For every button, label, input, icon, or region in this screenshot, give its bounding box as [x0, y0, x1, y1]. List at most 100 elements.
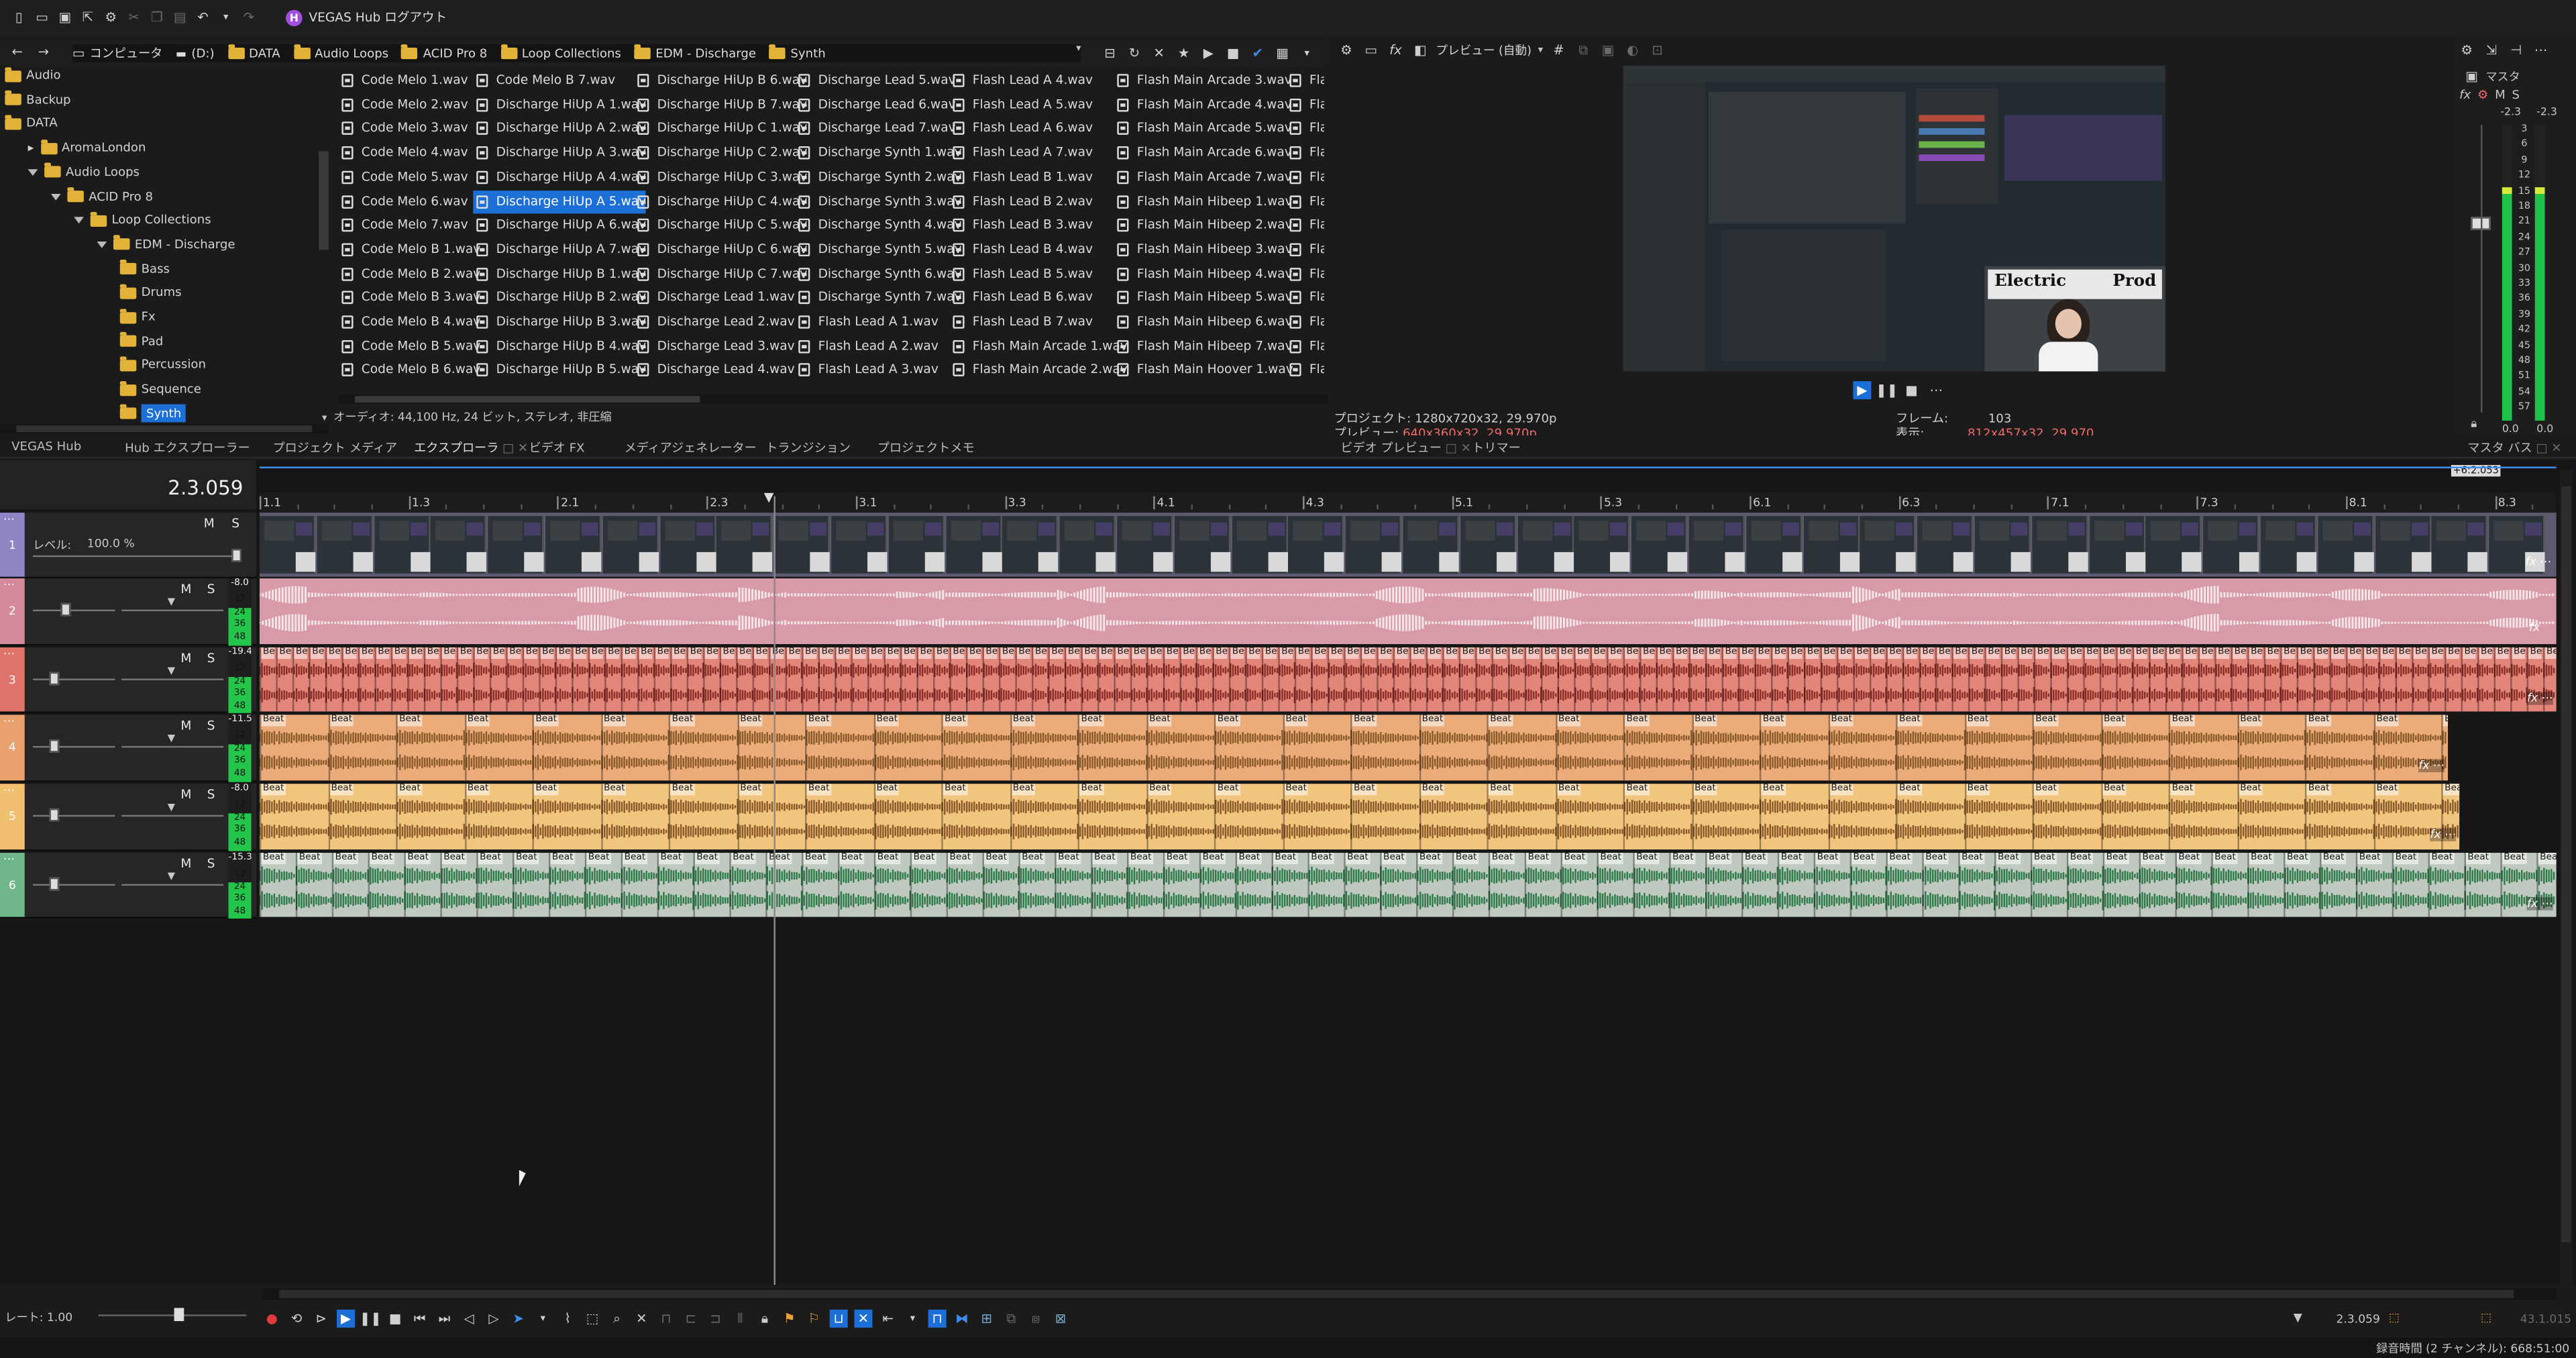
- event-label[interactable]: Beat: [2102, 715, 2127, 727]
- event-label[interactable]: Beat: [1488, 715, 1513, 727]
- event-label[interactable]: Be: [1230, 647, 1244, 660]
- file-item[interactable]: Flash Lead B 2.wav: [950, 190, 1093, 214]
- ungroup-icon[interactable]: ⧈: [1027, 1310, 1045, 1328]
- event-label[interactable]: Beat: [1216, 715, 1240, 727]
- file-item[interactable]: Flash Main Hibeep 7.wav: [1114, 335, 1293, 359]
- event-label[interactable]: Be: [2446, 647, 2460, 660]
- master-more-icon[interactable]: ⋯: [2532, 41, 2550, 59]
- event-label[interactable]: Beat: [2170, 784, 2195, 796]
- redo-icon[interactable]: ↷: [240, 8, 258, 26]
- play-preview-icon[interactable]: ▶: [1199, 44, 1218, 62]
- breadcrumb-segment[interactable]: Audio Loops: [293, 44, 388, 61]
- event-label[interactable]: Beat: [623, 853, 647, 865]
- safe-area-icon[interactable]: ⊡: [1648, 41, 1666, 59]
- event-label[interactable]: Beat: [1079, 784, 1104, 796]
- event-label[interactable]: Beat: [2212, 853, 2238, 865]
- delete-icon[interactable]: ✕: [1150, 44, 1168, 62]
- volume-slider-handle[interactable]: [49, 672, 60, 686]
- file-item[interactable]: Flash Main Arcade 3.wav: [1114, 69, 1292, 93]
- mute-button[interactable]: M: [180, 787, 191, 802]
- file-item[interactable]: Flash Main Arcade 4.wav: [1114, 93, 1292, 117]
- preview-quality-select[interactable]: プレビュー (自動): [1436, 42, 1532, 58]
- event-label[interactable]: Be: [2463, 647, 2476, 660]
- lock-icon[interactable]: 🔒︎: [756, 1310, 774, 1328]
- event-label[interactable]: Be: [524, 647, 537, 660]
- event-label[interactable]: Be: [967, 647, 981, 660]
- event-label[interactable]: Beat: [767, 853, 792, 865]
- region-icon[interactable]: ⚐: [805, 1310, 823, 1328]
- solo-button[interactable]: S: [207, 787, 215, 802]
- event-label[interactable]: Be: [1214, 647, 1228, 660]
- event-label[interactable]: Beat: [405, 853, 431, 865]
- breadcrumb-segment[interactable]: DATA: [227, 44, 280, 61]
- trim-start-icon[interactable]: ⊏: [682, 1310, 700, 1328]
- dock-tab[interactable]: ビデオ FX: [529, 439, 585, 457]
- event-label[interactable]: Beat: [1490, 853, 1515, 865]
- event-label[interactable]: Be: [310, 647, 324, 660]
- render-icon[interactable]: ⇱: [79, 8, 97, 26]
- event-label[interactable]: Beat: [1743, 853, 1768, 865]
- mute-button[interactable]: M: [180, 651, 191, 666]
- event-label[interactable]: Beat: [1273, 853, 1298, 865]
- track-header[interactable]: 4 ⋯ M S ▼ -11.5 12 24 36 48: [0, 715, 257, 782]
- event-label[interactable]: Beat: [875, 853, 900, 865]
- file-item[interactable]: Flash Main Hibeep 5.wav: [1114, 286, 1293, 311]
- ignore-grouping-icon[interactable]: ⧓: [953, 1310, 971, 1328]
- volume-slider[interactable]: [32, 884, 115, 886]
- event-label[interactable]: Be: [2544, 647, 2557, 660]
- event-label[interactable]: Beat: [2306, 784, 2331, 796]
- master-select-icon[interactable]: ▣: [2463, 67, 2481, 85]
- video-frame[interactable]: Electric Prod: [1623, 65, 2165, 372]
- file-item[interactable]: Discharge Lead 4.wav: [634, 359, 795, 383]
- event-label[interactable]: Beat: [261, 784, 286, 796]
- event-label[interactable]: Beat: [806, 715, 831, 727]
- level-value[interactable]: 100.0 %: [87, 537, 135, 551]
- event-label[interactable]: Be: [573, 647, 587, 660]
- event-label[interactable]: Be: [360, 647, 373, 660]
- volume-slider-handle[interactable]: [49, 739, 60, 753]
- event-label[interactable]: Be: [885, 647, 899, 660]
- event-label[interactable]: Be: [1246, 647, 1260, 660]
- event-label[interactable]: Beat: [1147, 715, 1173, 727]
- ripple-edit-icon[interactable]: ⇤: [879, 1310, 897, 1328]
- event-label[interactable]: Be: [1181, 647, 1195, 660]
- event-label[interactable]: Be: [2249, 647, 2263, 660]
- volume-slider-handle[interactable]: [49, 808, 60, 822]
- event-label[interactable]: Beat: [1815, 853, 1840, 865]
- event-label[interactable]: Beat: [1056, 853, 1081, 865]
- track-lane[interactable]: fx ⋯: [259, 513, 2557, 577]
- track-lane[interactable]: Beat Beat Beat Beat Beat Beat Beat Beat Beat Beat…: [259, 715, 2449, 781]
- file-item[interactable]: Flash Lead A 1.wav: [795, 311, 938, 335]
- event-label[interactable]: Beat: [478, 853, 503, 865]
- file-item[interactable]: Discharge HiUp B 6.wav: [634, 69, 807, 93]
- level-slider-handle[interactable]: [231, 548, 242, 562]
- pan-slider[interactable]: [121, 884, 224, 886]
- tool-extra-icon[interactable]: ⊠: [1051, 1310, 1069, 1328]
- track-menu-icon[interactable]: ⋯: [3, 784, 15, 797]
- event-label[interactable]: Be: [1641, 647, 1655, 660]
- event-label[interactable]: Beat: [533, 715, 559, 727]
- event-label[interactable]: Be: [1460, 647, 1474, 660]
- file-item[interactable]: Discharge Lead 2.wav: [634, 311, 795, 335]
- breadcrumb-segment[interactable]: ▬ (D:): [176, 46, 215, 61]
- event-label[interactable]: Be: [934, 647, 949, 660]
- event-label[interactable]: Be: [1756, 647, 1770, 660]
- event-label[interactable]: Be: [704, 647, 718, 660]
- event-label[interactable]: Be: [1197, 647, 1211, 660]
- event-label[interactable]: Be: [1625, 647, 1638, 660]
- go-to-end-icon[interactable]: ⏭︎: [435, 1310, 453, 1328]
- event-label[interactable]: Beat: [1851, 853, 1876, 865]
- event-label[interactable]: Be: [557, 647, 570, 660]
- event-label[interactable]: Be: [2068, 647, 2082, 660]
- event-label[interactable]: Be: [1854, 647, 1868, 660]
- event-label[interactable]: Beat: [1634, 853, 1660, 865]
- solo-button[interactable]: S: [231, 516, 239, 531]
- tab-video-preview[interactable]: ビデオ プレビュー □ ✕: [1340, 439, 1470, 457]
- event-label[interactable]: Be: [1805, 647, 1819, 660]
- pan-marker-icon[interactable]: ▼: [168, 733, 175, 744]
- split-icon[interactable]: ⫴: [731, 1310, 749, 1328]
- event-label[interactable]: Be: [2397, 647, 2410, 660]
- dock-tab[interactable]: VEGAS Hub: [11, 439, 81, 457]
- master-mute-button[interactable]: M: [2495, 87, 2506, 102]
- selection-start-icon[interactable]: ⬚: [2389, 1311, 2400, 1324]
